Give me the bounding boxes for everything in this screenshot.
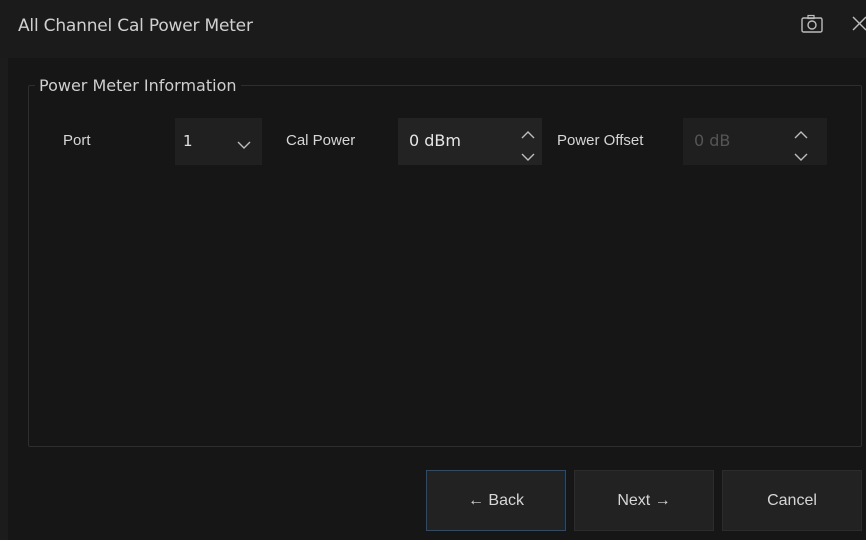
port-label: Port: [63, 132, 91, 149]
next-button[interactable]: Next →: [574, 470, 714, 531]
chevron-up-icon[interactable]: [794, 125, 808, 139]
cancel-button[interactable]: Cancel: [722, 470, 862, 531]
cal-power-spinbox[interactable]: 0 dBm: [398, 118, 542, 165]
title-bar: All Channel Cal Power Meter: [0, 0, 866, 58]
cal-power-label: Cal Power: [286, 132, 356, 149]
window-title: All Channel Cal Power Meter: [18, 16, 253, 36]
cal-power-value: 0 dBm: [409, 131, 461, 150]
port-combobox[interactable]: 1: [175, 118, 262, 165]
power-offset-spinbox[interactable]: 0 dB: [683, 118, 827, 165]
group-legend: Power Meter Information: [39, 76, 237, 95]
back-button[interactable]: ← Back: [426, 470, 566, 531]
power-offset-value: 0 dB: [694, 131, 731, 150]
chevron-down-icon[interactable]: [521, 147, 535, 161]
close-icon[interactable]: [850, 14, 866, 32]
power-offset-label: Power Offset: [557, 132, 644, 149]
chevron-up-icon[interactable]: [521, 125, 535, 139]
camera-icon[interactable]: [800, 14, 824, 34]
chevron-down-icon[interactable]: [237, 135, 251, 149]
port-value: 1: [183, 132, 193, 150]
chevron-down-icon[interactable]: [794, 147, 808, 161]
